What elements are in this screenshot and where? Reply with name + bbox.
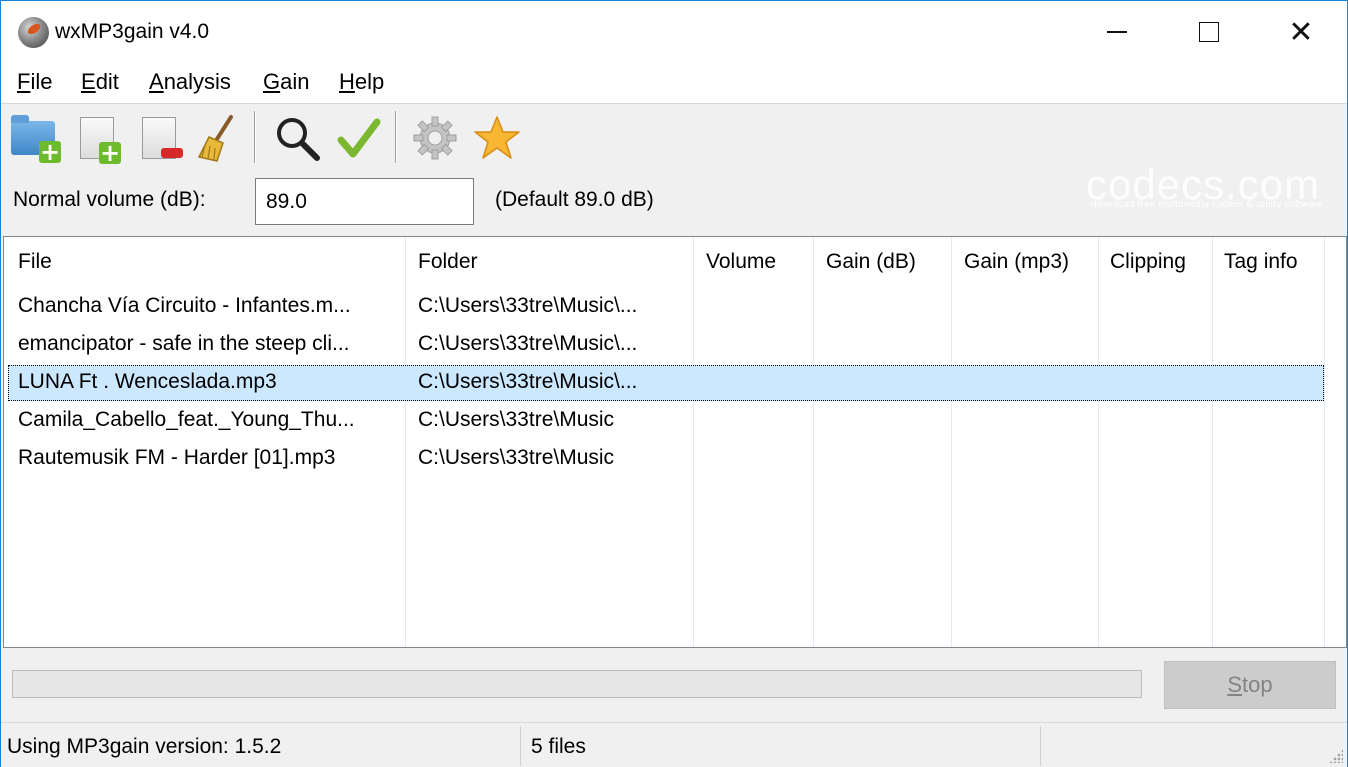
add-file-icon: + <box>80 117 121 167</box>
settings-button[interactable] <box>409 111 461 165</box>
column-header-folder[interactable]: Folder <box>418 250 478 274</box>
menu-file-label: ile <box>30 69 53 94</box>
file-list[interactable]: File Folder Volume Gain (dB) Gain (mp3) … <box>3 236 1347 648</box>
row-file: Chancha Vía Circuito - Infantes.m... <box>18 294 351 317</box>
column-header-gain-db[interactable]: Gain (dB) <box>826 250 916 274</box>
star-icon <box>474 116 520 159</box>
row-folder: C:\Users\33tre\Music\... <box>418 332 638 355</box>
maximize-icon <box>1199 22 1219 42</box>
resize-grip-icon[interactable] <box>1329 749 1343 763</box>
list-header: File Folder Volume Gain (dB) Gain (mp3) … <box>4 237 1346 289</box>
remove-file-button[interactable] <box>133 111 185 165</box>
column-header-clipping[interactable]: Clipping <box>1110 250 1186 274</box>
list-row[interactable]: Rautemusik FM - Harder [01].mp3 C:\Users… <box>8 441 1324 477</box>
clear-list-button[interactable] <box>191 111 243 165</box>
maximize-button[interactable] <box>1163 1 1255 63</box>
menu-analysis-label: nalysis <box>163 69 231 94</box>
row-file: LUNA Ft . Wenceslada.mp3 <box>18 370 277 393</box>
add-file-button[interactable]: + <box>71 111 123 167</box>
row-folder: C:\Users\33tre\Music\... <box>418 294 638 317</box>
analyze-button[interactable] <box>271 111 323 165</box>
normal-volume-input[interactable]: 89.0 <box>255 178 474 225</box>
default-volume-text: (Default 89.0 dB) <box>495 188 654 211</box>
stop-label: top <box>1242 672 1273 697</box>
menu-analysis[interactable]: Analysis <box>147 69 233 95</box>
row-folder: C:\Users\33tre\Music <box>418 408 615 431</box>
close-icon: ✕ <box>1288 14 1314 50</box>
remove-file-icon <box>142 117 183 159</box>
menu-edit-mnemonic: E <box>81 69 96 94</box>
status-divider <box>520 726 521 766</box>
menu-help-label: elp <box>354 69 385 94</box>
column-header-file[interactable]: File <box>18 250 52 274</box>
row-file: emancipator - safe in the steep cli... <box>18 332 350 355</box>
minimize-button[interactable] <box>1071 1 1163 63</box>
list-row[interactable]: emancipator - safe in the steep cli... C… <box>8 327 1324 363</box>
status-version: Using MP3gain version: 1.5.2 <box>7 735 282 758</box>
menu-edit-label: dit <box>95 69 119 94</box>
menu-gain[interactable]: Gain <box>261 69 311 95</box>
status-file-count: 5 files <box>531 735 586 758</box>
column-header-gain-mp3[interactable]: Gain (mp3) <box>964 250 1069 274</box>
favorite-button[interactable] <box>471 111 523 165</box>
menu-analysis-mnemonic: A <box>149 69 164 94</box>
list-row-selected[interactable]: LUNA Ft . Wenceslada.mp3 C:\Users\33tre\… <box>8 365 1324 401</box>
minimize-icon <box>1107 31 1127 33</box>
menu-file[interactable]: File <box>15 69 54 95</box>
title-bar[interactable]: wxMP3gain v4.0 ✕ <box>1 1 1347 63</box>
normal-volume-label: Normal volume (dB): <box>13 188 206 211</box>
menu-bar: File Edit Analysis Gain Help <box>1 63 1347 103</box>
row-file: Rautemusik FM - Harder [01].mp3 <box>18 446 336 469</box>
add-folder-button[interactable]: + <box>7 111 61 166</box>
menu-help[interactable]: Help <box>337 69 386 95</box>
column-header-tag-info[interactable]: Tag info <box>1224 250 1298 274</box>
menu-file-mnemonic: F <box>17 69 31 94</box>
column-header-volume[interactable]: Volume <box>706 250 776 274</box>
menu-help-mnemonic: H <box>339 69 355 94</box>
close-button[interactable]: ✕ <box>1255 1 1347 63</box>
column-gridline <box>1324 237 1325 647</box>
menu-gain-mnemonic: G <box>263 69 281 94</box>
stop-button[interactable]: Stop <box>1164 661 1336 709</box>
watermark-subtext: download free multimedia codecs & utilit… <box>1091 200 1324 210</box>
list-row[interactable]: Chancha Vía Circuito - Infantes.m... C:\… <box>8 289 1324 325</box>
row-file: Camila_Cabello_feat._Young_Thu... <box>18 408 355 431</box>
menu-divider <box>1 103 1347 104</box>
broom-icon <box>197 115 233 162</box>
toolbar-separator-2 <box>395 111 397 163</box>
window-title: wxMP3gain v4.0 <box>55 20 210 43</box>
checkmark-icon <box>337 118 381 158</box>
list-row[interactable]: Camila_Cabello_feat._Young_Thu... C:\Use… <box>8 403 1324 439</box>
app-window: wxMP3gain v4.0 ✕ File Edit Analysis Gain… <box>0 0 1348 767</box>
apply-gain-button[interactable] <box>333 111 385 165</box>
stop-mnemonic: S <box>1227 672 1243 697</box>
gear-icon <box>413 116 457 160</box>
add-folder-icon: + <box>11 115 61 166</box>
row-folder: C:\Users\33tre\Music <box>418 446 615 469</box>
status-divider <box>1040 726 1041 766</box>
status-bar: Using MP3gain version: 1.5.2 5 files <box>1 722 1347 767</box>
magnifier-icon <box>277 118 320 161</box>
row-folder: C:\Users\33tre\Music\... <box>418 370 638 393</box>
menu-edit[interactable]: Edit <box>79 69 121 95</box>
progress-bar <box>12 670 1142 698</box>
toolbar-separator <box>254 111 256 163</box>
app-icon[interactable] <box>18 17 49 48</box>
menu-gain-label: ain <box>280 69 310 94</box>
